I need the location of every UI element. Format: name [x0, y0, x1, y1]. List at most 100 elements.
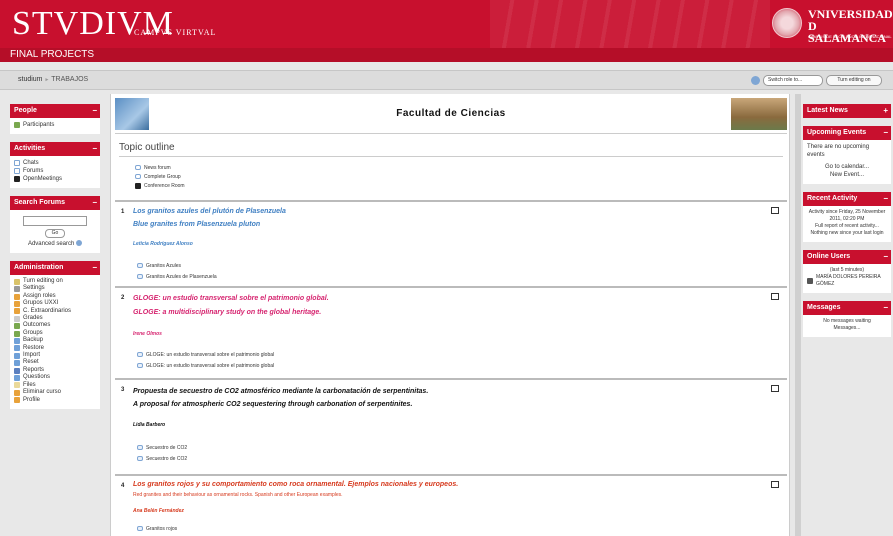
admin-item[interactable]: Eliminar curso	[14, 389, 96, 396]
highlight-checkbox[interactable]	[771, 481, 779, 488]
resource-link[interactable]: Granitos Azules de Plasenzuela	[137, 274, 217, 280]
admin-item[interactable]: Reports	[14, 367, 96, 374]
latest-news-block-header[interactable]: Latest News +	[803, 104, 891, 118]
chat-icon	[14, 160, 20, 166]
online-users-block-header[interactable]: Online Users −	[803, 250, 891, 264]
admin-item[interactable]: Settings	[14, 285, 96, 293]
upcoming-events-block-header[interactable]: Upcoming Events −	[803, 126, 891, 140]
forums-link[interactable]: Forums	[14, 167, 96, 175]
outcomes-icon	[14, 323, 20, 330]
admin-item[interactable]: Backup	[14, 337, 96, 344]
admin-item[interactable]: C. Extraordinarios	[14, 308, 96, 315]
admin-item[interactable]: Files	[14, 382, 96, 389]
admin-item[interactable]: Restore	[14, 345, 96, 352]
scrollbar[interactable]	[795, 94, 801, 536]
people-block-header[interactable]: People −	[10, 104, 100, 118]
section-title-english: Blue granites from Plasenzuela pluton	[133, 221, 261, 228]
forum-icon	[135, 165, 141, 171]
admin-item[interactable]: Profile	[14, 397, 96, 404]
forum-icon	[137, 352, 143, 358]
admin-item[interactable]: Grades	[14, 315, 96, 322]
collapse-icon[interactable]: −	[883, 126, 888, 140]
highlight-checkbox[interactable]	[771, 293, 779, 300]
latest-news-block: Latest News +	[803, 104, 891, 118]
faculty-building-image	[731, 98, 787, 130]
recent-activity-block-header[interactable]: Recent Activity −	[803, 192, 891, 206]
search-go-button[interactable]: Go	[45, 229, 65, 238]
activities-block-header[interactable]: Activities −	[10, 142, 100, 156]
new-event-link[interactable]: New Event...	[807, 171, 887, 179]
site-logo[interactable]: STVDIVM	[12, 4, 174, 44]
section-title: Los granitos rojos y su comportamiento c…	[133, 481, 459, 488]
highlight-checkbox[interactable]	[771, 207, 779, 214]
breadcrumb-home[interactable]: studium	[18, 76, 43, 83]
online-user[interactable]: MARÍA DOLORES PEREIRA GÓMEZ	[807, 274, 887, 288]
resource-link[interactable]: Granitos rojos	[137, 526, 177, 532]
questions-icon	[14, 374, 20, 381]
admin-item[interactable]: Reset	[14, 359, 96, 367]
help-icon	[76, 240, 83, 247]
forum-icon	[14, 168, 20, 174]
chats-link[interactable]: Chats	[14, 159, 96, 167]
search-input[interactable]	[23, 216, 87, 226]
collapse-icon[interactable]: −	[883, 192, 888, 206]
user-icon	[14, 308, 20, 315]
resource-link[interactable]: Secuestro de CO2	[137, 456, 187, 462]
collapse-icon[interactable]: −	[92, 261, 97, 275]
admin-item[interactable]: Groups	[14, 330, 96, 337]
section-title-english: A proposal for atmospheric CO2 sequester…	[133, 401, 413, 408]
topic-section-2: 2 GLOGE: un estudio transversal sobre el…	[115, 286, 787, 376]
help-icon[interactable]	[751, 76, 760, 85]
admin-item[interactable]: Turn editing on	[14, 278, 96, 285]
breadcrumb: studium ► TRABAJOS	[18, 76, 88, 83]
complete-group-link[interactable]: Complete Group	[135, 173, 185, 182]
administration-block-header[interactable]: Administration −	[10, 261, 100, 275]
admin-item[interactable]: Outcomes	[14, 322, 96, 330]
resource-link[interactable]: Granitos Azules	[137, 263, 181, 269]
switch-role-select[interactable]: Switch role to...	[763, 75, 823, 86]
admin-item[interactable]: Import	[14, 352, 96, 359]
section-author: Ana Belén Fernández	[133, 508, 184, 514]
section-title: Propuesta de secuestro de CO2 atmosféric…	[133, 388, 429, 395]
expand-icon[interactable]: +	[883, 104, 888, 118]
participants-link[interactable]: Participants	[14, 121, 96, 129]
messages-link[interactable]: Messages...	[807, 325, 887, 332]
resource-link[interactable]: GLOGE: un estudio transversal sobre el p…	[137, 363, 274, 369]
section-title: Los granitos azules del plutón de Plasen…	[133, 208, 286, 215]
profile-icon	[14, 397, 20, 404]
admin-item[interactable]: Grupos UXXI	[14, 300, 96, 307]
conference-room-link[interactable]: Conference Room	[135, 182, 185, 191]
turn-editing-on-button[interactable]: Turn editing on	[826, 75, 882, 86]
go-to-calendar-link[interactable]: Go to calendar...	[807, 163, 887, 171]
reports-icon	[14, 367, 20, 374]
main-content: Facultad de Ciencias Topic outline News …	[110, 94, 790, 536]
resource-link[interactable]: GLOGE: un estudio transversal sobre el p…	[137, 352, 274, 358]
backup-icon	[14, 337, 20, 344]
forum-icon	[137, 263, 143, 269]
activities-block: Activities − Chats Forums OpenMeetings	[10, 142, 100, 188]
admin-item[interactable]: Assign roles	[14, 293, 96, 300]
forum-icon	[135, 174, 141, 180]
search-forums-block: Search Forums − Go Advanced search	[10, 196, 100, 253]
collapse-icon[interactable]: −	[883, 301, 888, 315]
full-report-link[interactable]: Full report of recent activity...	[807, 223, 887, 230]
search-forums-block-header[interactable]: Search Forums −	[10, 196, 100, 210]
university-tagline: CAMPUS DE EXCELENCIA INTERNACIONAL	[808, 34, 892, 39]
delete-course-icon	[14, 389, 20, 396]
advanced-search-link[interactable]: Advanced search	[14, 240, 96, 248]
messages-block: Messages − No messages waiting Messages..…	[803, 301, 891, 337]
collapse-icon[interactable]: −	[883, 250, 888, 264]
collapse-icon[interactable]: −	[92, 196, 97, 210]
collapse-icon[interactable]: −	[92, 142, 97, 156]
collapse-icon[interactable]: −	[92, 104, 97, 118]
news-forum-link[interactable]: News forum	[135, 164, 185, 173]
forum-icon	[137, 445, 143, 451]
avatar	[807, 278, 813, 284]
messages-block-header[interactable]: Messages −	[803, 301, 891, 315]
settings-icon	[14, 286, 20, 293]
openmeetings-link[interactable]: OpenMeetings	[14, 175, 96, 183]
topic-outline-heading: Topic outline	[119, 142, 175, 153]
highlight-checkbox[interactable]	[771, 385, 779, 392]
resource-link[interactable]: Secuestro de CO2	[137, 445, 187, 451]
admin-item[interactable]: Questions	[14, 374, 96, 381]
